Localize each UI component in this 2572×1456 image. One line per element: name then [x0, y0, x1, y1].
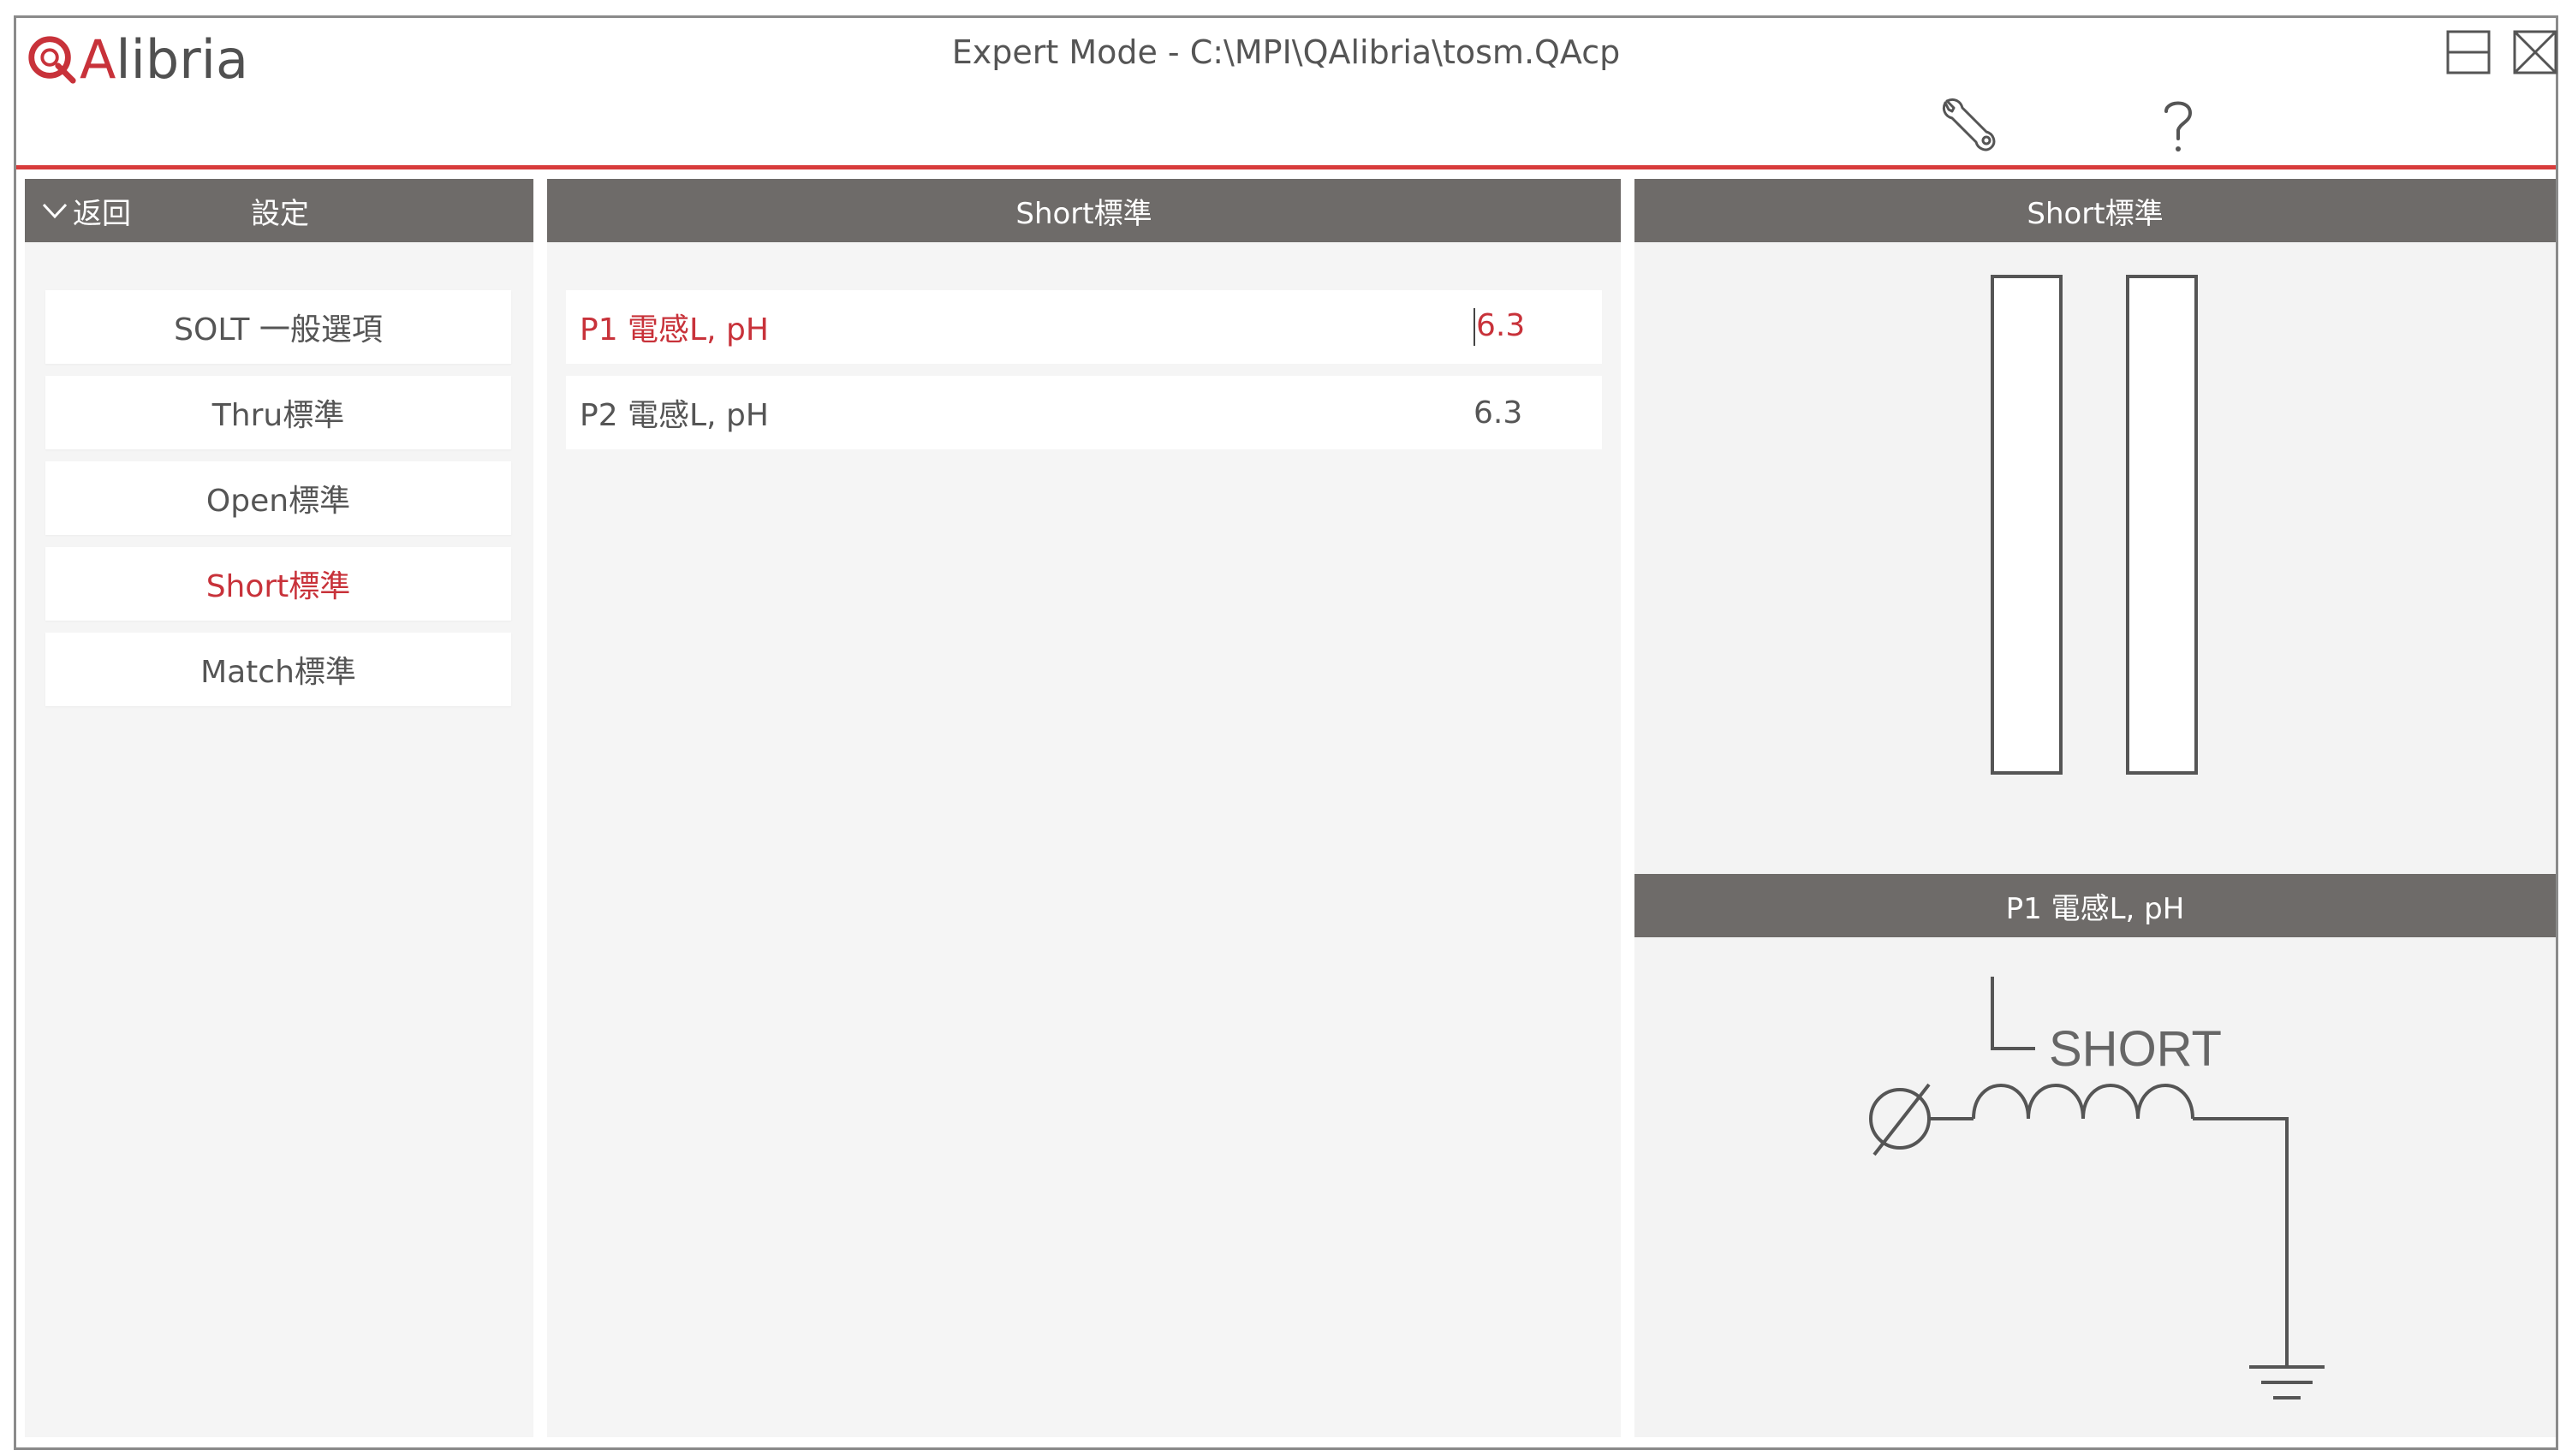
schematic-header: P1 電感L, pH [1634, 874, 2556, 937]
settings-nav-list: SOLT 一般選項 Thru標準 Open標準 Short標準 Match標準 [45, 290, 511, 718]
parameters-panel: Short標準 P1 電感L, pH 6.3 P2 電感L, pH 6.3 [547, 179, 1621, 1437]
wrench-icon [1942, 98, 1996, 152]
short-label: SHORT [2049, 1021, 2222, 1077]
nav-item-thru-standard[interactable]: Thru標準 [45, 376, 511, 449]
short-schematic: SHORT [1634, 937, 2556, 1437]
nav-item-match-standard[interactable]: Match標準 [45, 633, 511, 706]
parameters-panel-header: Short標準 [547, 179, 1621, 242]
inductor-label-bracket [1991, 977, 2035, 1050]
probe-right-bar [2126, 275, 2198, 775]
param-row-p1-inductance[interactable]: P1 電感L, pH 6.3 [566, 290, 1602, 364]
settings-title: 設定 [251, 196, 309, 231]
short-circuit-schematic: SHORT [1869, 977, 2325, 1400]
back-label: 返回 [73, 196, 131, 231]
preview-panel-header: Short標準 [1634, 179, 2556, 242]
parameter-list: P1 電感L, pH 6.3 P2 電感L, pH 6.3 [566, 290, 1602, 461]
settings-panel-header: 返回 設定 [25, 179, 533, 242]
settings-panel: 返回 設定 SOLT 一般選項 Thru標準 Open標準 Short標準 Ma… [25, 179, 533, 1437]
question-icon [2164, 101, 2193, 152]
tools-button[interactable] [1931, 86, 2008, 163]
param-value[interactable]: 6.3 [1474, 395, 1522, 431]
window-title: Expert Mode - C:\MPI\QAlibria\tosm.QAcp [951, 33, 1621, 71]
short-probe-illustration [1991, 275, 2198, 775]
probe-left-bar [1991, 275, 2063, 775]
title-accent-line [16, 165, 2556, 169]
nav-item-open-standard[interactable]: Open標準 [45, 461, 511, 535]
short-standard-diagram [1634, 242, 2556, 850]
help-button[interactable] [2140, 86, 2217, 163]
param-label: P1 電感L, pH [580, 312, 769, 348]
title-bar: Alibria Expert Mode - C:\MPI\QAlibria\to… [16, 18, 2559, 169]
restore-button[interactable] [2444, 28, 2492, 76]
chevron-down-icon [42, 203, 68, 219]
preview-panel: Short標準 P1 電感L, pH SHORT [1634, 179, 2556, 1437]
param-value: 6.3 [1476, 308, 1526, 343]
close-button[interactable] [2511, 28, 2559, 76]
param-label: P2 電感L, pH [580, 398, 769, 433]
ground-wire [2193, 1117, 2289, 1367]
text-caret [1474, 308, 1475, 346]
back-button[interactable]: 返回 [40, 179, 131, 242]
param-row-p2-inductance[interactable]: P2 電感L, pH 6.3 [566, 376, 1602, 449]
restore-icon [2446, 30, 2491, 74]
nav-item-short-standard[interactable]: Short標準 [45, 547, 511, 621]
nav-item-solt-general[interactable]: SOLT 一般選項 [45, 290, 511, 364]
param-value-input[interactable]: 6.3 [1474, 308, 1525, 346]
close-icon [2513, 30, 2557, 74]
app-window: Alibria Expert Mode - C:\MPI\QAlibria\to… [14, 15, 2558, 1450]
inductor-coil [1972, 1084, 2194, 1120]
